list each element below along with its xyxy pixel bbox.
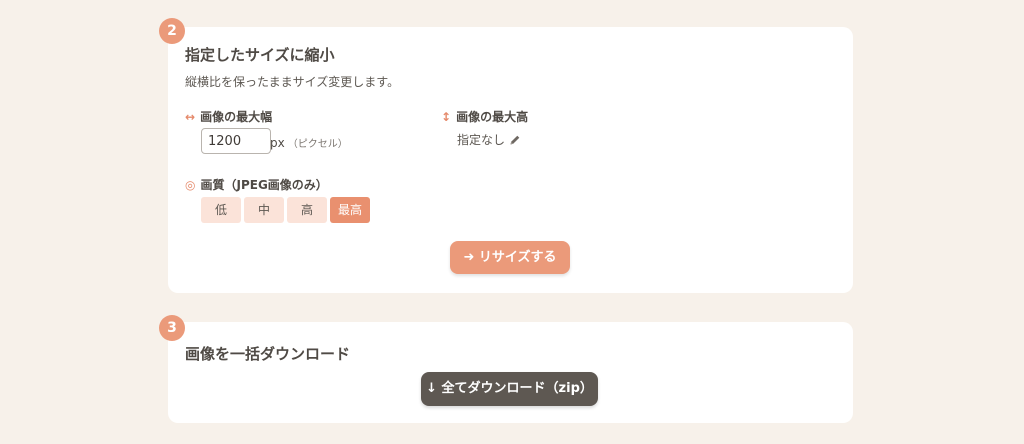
- width-unit-note: （ピクセル）: [287, 139, 348, 150]
- max-height-value: 指定なし: [457, 133, 506, 147]
- resize-button[interactable]: ➜ リサイズする: [450, 241, 570, 274]
- resize-section-title: 指定したサイズに縮小: [185, 46, 335, 64]
- max-width-label-text: 画像の最大幅: [200, 110, 273, 124]
- target-circle-icon: ◎: [185, 177, 196, 192]
- quality-option-high[interactable]: 高: [287, 197, 327, 223]
- vertical-arrows-icon: ↕: [441, 109, 452, 124]
- resize-section-description: 縦横比を保ったままサイズ変更します。: [185, 75, 400, 89]
- pencil-icon[interactable]: [509, 134, 521, 146]
- quality-label: ◎ 画質（JPEG画像のみ）: [185, 176, 328, 193]
- download-card: 画像を一括ダウンロード ↓ 全てダウンロード（zip）: [168, 322, 853, 423]
- horizontal-arrows-icon: ↔: [185, 109, 196, 124]
- resize-card: 指定したサイズに縮小 縦横比を保ったままサイズ変更します。 ↔ 画像の最大幅 p…: [168, 27, 853, 293]
- max-height-edit[interactable]: 指定なし: [457, 131, 521, 148]
- step-3-badge: 3: [159, 315, 185, 341]
- max-width-input[interactable]: [201, 128, 271, 154]
- max-height-label-text: 画像の最大高: [456, 110, 529, 124]
- download-all-zip-button[interactable]: ↓ 全てダウンロード（zip）: [421, 372, 598, 406]
- width-unit: px （ピクセル）: [270, 135, 348, 150]
- step-2-badge: 2: [159, 18, 185, 44]
- width-unit-px: px: [270, 136, 285, 150]
- quality-option-highest[interactable]: 最高: [330, 197, 370, 223]
- quality-option-low[interactable]: 低: [201, 197, 241, 223]
- quality-selector: 低 中 高 最高: [201, 197, 370, 223]
- quality-option-medium[interactable]: 中: [244, 197, 284, 223]
- download-section-title: 画像を一括ダウンロード: [185, 345, 351, 363]
- max-width-label: ↔ 画像の最大幅: [185, 108, 272, 125]
- quality-label-text: 画質（JPEG画像のみ）: [200, 178, 328, 192]
- max-height-label: ↕ 画像の最大高: [441, 108, 528, 125]
